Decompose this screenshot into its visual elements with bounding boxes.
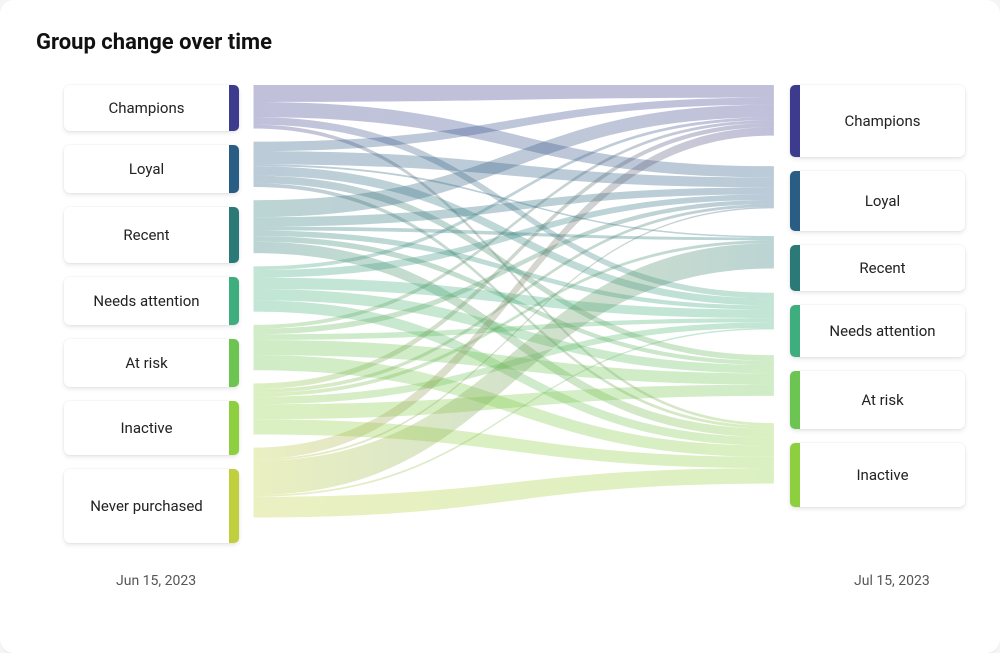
sankey-link <box>254 176 774 361</box>
node-color-stripe <box>790 443 800 507</box>
sankey-link <box>254 240 774 396</box>
left-node-never_purchased[interactable]: Never purchased <box>64 469 239 543</box>
node-color-stripe <box>790 171 800 231</box>
sankey-link <box>254 242 774 437</box>
right-date-label: Jul 15, 2023 <box>854 573 930 589</box>
left-date-label: Jun 15, 2023 <box>116 573 196 589</box>
node-color-stripe <box>229 85 239 131</box>
node-label: Recent <box>800 245 965 291</box>
sankey-link <box>254 468 774 517</box>
sankey-link <box>254 164 774 237</box>
left-node-loyal[interactable]: Loyal <box>64 145 239 193</box>
sankey-link <box>254 117 774 298</box>
node-label: Needs attention <box>800 305 965 357</box>
sankey-link <box>254 230 774 309</box>
sankey-link <box>254 204 774 393</box>
right-node-loyal[interactable]: Loyal <box>790 171 965 231</box>
sankey-link <box>254 300 774 445</box>
sankey-link <box>254 207 774 461</box>
left-node-recent[interactable]: Recent <box>64 207 239 263</box>
node-color-stripe <box>229 277 239 325</box>
right-node-champions[interactable]: Champions <box>790 85 965 157</box>
left-node-inactive[interactable]: Inactive <box>64 401 239 455</box>
sankey-link <box>254 419 774 468</box>
chart-title: Group change over time <box>36 30 966 55</box>
sankey-link <box>254 166 774 305</box>
sankey-link <box>254 117 774 270</box>
node-color-stripe <box>790 85 800 157</box>
sankey-link <box>254 98 774 151</box>
sankey-link <box>254 123 774 389</box>
sankey-link <box>254 322 774 404</box>
sankey-link <box>254 243 774 495</box>
node-label: Needs attention <box>64 277 229 325</box>
node-label: Loyal <box>800 171 965 231</box>
sankey-link <box>254 183 774 429</box>
right-node-needs_attention[interactable]: Needs attention <box>790 305 965 357</box>
node-color-stripe <box>790 371 800 429</box>
left-node-champions[interactable]: Champions <box>64 85 239 131</box>
node-color-stripe <box>790 305 800 357</box>
right-node-at_risk[interactable]: At risk <box>790 371 965 429</box>
sankey-link <box>254 102 774 177</box>
sankey-link <box>254 236 774 365</box>
sankey-link <box>254 227 774 241</box>
sankey-link <box>254 200 774 334</box>
sankey-link <box>254 340 774 385</box>
sankey-link <box>254 328 774 497</box>
sankey-link <box>254 120 774 329</box>
left-node-needs_attention[interactable]: Needs attention <box>64 277 239 325</box>
node-label: Loyal <box>64 145 229 193</box>
sankey-link <box>254 187 774 226</box>
node-label: Inactive <box>64 401 229 455</box>
node-label: At risk <box>64 339 229 387</box>
sankey-link <box>254 289 774 373</box>
node-label: Champions <box>800 85 965 157</box>
sankey-chart: Champions Loyal Recent Needs attention At ri… <box>34 85 966 595</box>
left-node-at_risk[interactable]: At risk <box>64 339 239 387</box>
sankey-link <box>254 85 774 102</box>
right-node-inactive[interactable]: Inactive <box>790 443 965 507</box>
node-label: Never purchased <box>64 469 229 543</box>
node-color-stripe <box>229 469 239 543</box>
node-label: Inactive <box>800 443 965 507</box>
node-color-stripe <box>790 245 800 291</box>
node-color-stripe <box>229 401 239 455</box>
sankey-link <box>254 105 774 218</box>
sankey-link <box>254 385 774 420</box>
sankey-link <box>254 194 774 277</box>
node-label: Champions <box>64 85 229 131</box>
sankey-link <box>254 125 774 426</box>
sankey-link <box>254 318 774 340</box>
node-color-stripe <box>229 145 239 193</box>
sankey-link <box>254 278 774 318</box>
chart-card: Group change over time Champions Loyal Rec… <box>0 0 1000 653</box>
sankey-link <box>254 355 774 457</box>
node-label: At risk <box>800 371 965 429</box>
sankey-link <box>254 151 774 187</box>
node-label: Recent <box>64 207 229 263</box>
node-color-stripe <box>229 207 239 263</box>
sankey-link <box>254 127 774 459</box>
node-color-stripe <box>229 339 239 387</box>
right-node-recent[interactable]: Recent <box>790 245 965 291</box>
